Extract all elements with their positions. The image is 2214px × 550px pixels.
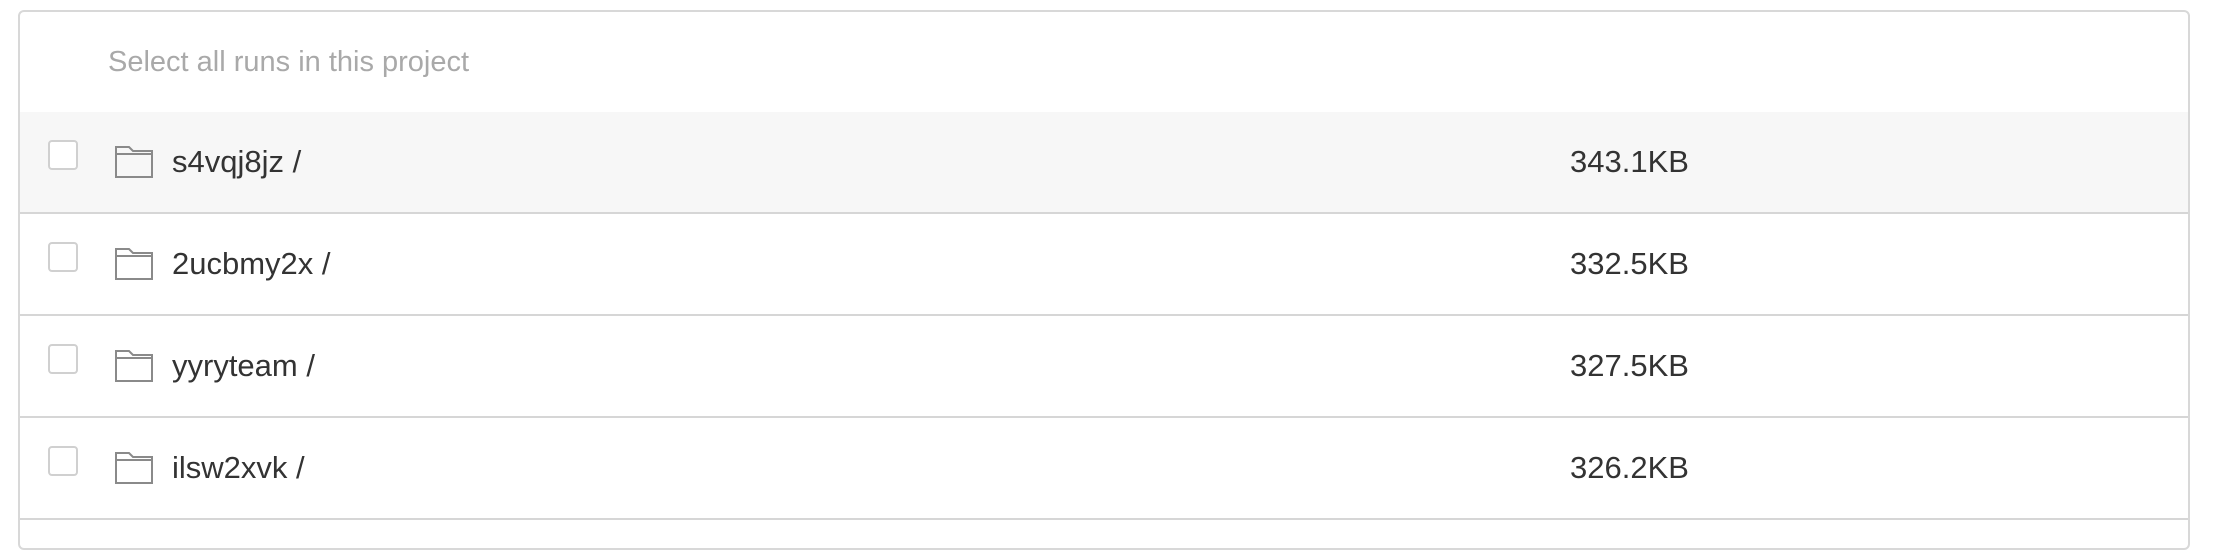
folder-name[interactable]: s4vqj8jz / <box>172 112 301 212</box>
folder-name[interactable]: yyryteam / <box>172 316 315 416</box>
folder-size: 332.5KB <box>1570 246 1689 281</box>
folder-icon <box>114 347 154 383</box>
select-all-runs-option[interactable]: Select all runs in this project <box>20 12 2188 112</box>
table-row[interactable]: s4vqj8jz / 343.1KB <box>20 112 2188 214</box>
runs-file-list: Select all runs in this project s4vqj8jz… <box>18 10 2190 550</box>
folder-icon <box>114 143 154 179</box>
folder-size: 343.1KB <box>1570 144 1689 179</box>
select-all-label: Select all runs in this project <box>108 45 470 78</box>
folder-icon <box>114 449 154 485</box>
row-checkbox[interactable] <box>48 344 78 374</box>
row-checkbox[interactable] <box>48 446 78 476</box>
table-row[interactable]: ilsw2xvk / 326.2KB <box>20 418 2188 520</box>
row-checkbox[interactable] <box>48 242 78 272</box>
row-checkbox[interactable] <box>48 140 78 170</box>
folder-size: 326.2KB <box>1570 450 1689 485</box>
table-row[interactable]: yyryteam / 327.5KB <box>20 316 2188 418</box>
folder-name[interactable]: ilsw2xvk / <box>172 418 305 518</box>
folder-size: 327.5KB <box>1570 348 1689 383</box>
folder-icon <box>114 245 154 281</box>
table-row[interactable]: 2ucbmy2x / 332.5KB <box>20 214 2188 316</box>
folder-name[interactable]: 2ucbmy2x / <box>172 214 331 314</box>
